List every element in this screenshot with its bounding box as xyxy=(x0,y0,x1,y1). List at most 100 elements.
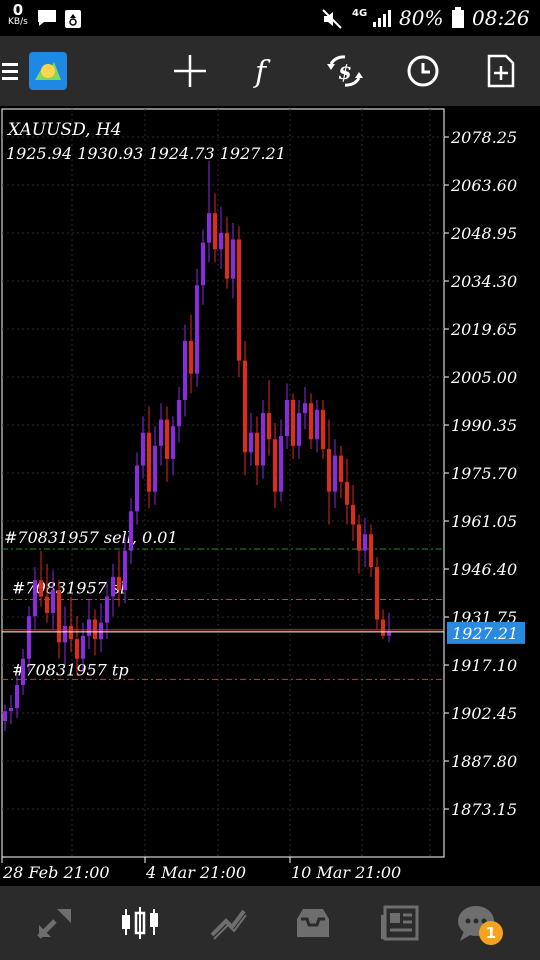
y-tick-label: 2048.95 xyxy=(450,224,517,243)
nav-history[interactable] xyxy=(273,886,353,960)
nav-trade[interactable] xyxy=(188,886,268,960)
y-tick-label: 1902.45 xyxy=(451,704,517,723)
new-order-button[interactable] xyxy=(476,36,526,106)
clock-icon xyxy=(407,55,439,87)
candle-body xyxy=(303,403,307,414)
x-tick-label: 28 Feb 21:00 xyxy=(2,863,110,882)
candle-body xyxy=(231,239,235,279)
candle-body xyxy=(315,409,319,440)
network-type: 4G xyxy=(352,8,368,19)
candle-body xyxy=(27,616,31,659)
candle-body xyxy=(63,626,67,643)
x-tick-label: 4 Mar 21:00 xyxy=(145,863,246,882)
function-icon: f xyxy=(253,55,271,88)
recycle-icon xyxy=(65,10,81,28)
timeframe-button[interactable] xyxy=(398,36,448,106)
candle-body xyxy=(327,449,331,492)
candle-body xyxy=(141,432,145,466)
candle-body xyxy=(135,465,139,512)
candle-body xyxy=(147,432,151,492)
candle-body xyxy=(291,399,295,446)
nav-chat[interactable]: 1 xyxy=(438,886,518,960)
candle-body xyxy=(279,435,283,492)
candle-body xyxy=(9,707,13,712)
signal-icon xyxy=(373,10,391,27)
network-speed: 0 KB/s xyxy=(8,3,28,27)
y-tick-label: 1887.80 xyxy=(451,752,517,771)
trade-icon: $ xyxy=(327,55,363,87)
candle-body xyxy=(369,534,373,568)
symbol-label: XAUUSD, H4 xyxy=(6,120,122,140)
candle-body xyxy=(339,455,343,482)
indicators-button[interactable]: f xyxy=(241,36,291,106)
candle-body xyxy=(159,419,163,446)
candle-body xyxy=(267,413,271,440)
candle-body xyxy=(87,619,91,636)
candle-body xyxy=(249,432,253,453)
y-tick-label: 1917.10 xyxy=(451,656,517,675)
candle-body xyxy=(357,524,361,551)
candle-body xyxy=(381,619,385,636)
history-icon xyxy=(297,909,329,937)
candle-body xyxy=(177,399,181,427)
news-icon xyxy=(381,905,419,941)
y-tick-label: 2019.65 xyxy=(450,320,517,339)
battery-percent: 80% xyxy=(399,6,444,30)
message-icon xyxy=(38,10,56,26)
candle-body xyxy=(51,589,55,613)
candle-body xyxy=(75,639,79,659)
menu-button[interactable] xyxy=(0,36,22,106)
status-bar: 0 KB/s 4G 80% 08:26 xyxy=(0,0,540,36)
candle-body xyxy=(321,409,325,450)
candle-body xyxy=(189,340,193,374)
candle-body xyxy=(219,232,223,250)
trade-button[interactable]: $ xyxy=(320,36,370,106)
toolbar: f $ xyxy=(0,36,540,106)
candle-body xyxy=(213,213,217,250)
chart-area[interactable]: #70831957 sell, 0.01 #70831957 sl #7083195… xyxy=(0,106,540,886)
y-tick-label: 2005.00 xyxy=(450,368,517,387)
candle-body xyxy=(183,340,187,400)
candle-body xyxy=(363,534,367,551)
crosshair-button[interactable] xyxy=(165,36,215,106)
nav-news[interactable] xyxy=(359,886,439,960)
metatrader-logo-button[interactable] xyxy=(28,36,68,106)
candle-body xyxy=(99,622,103,640)
current-price-label: 1927.21 xyxy=(452,624,518,643)
bottom-nav: 1 xyxy=(0,886,540,960)
trade-nav-icon xyxy=(210,909,247,940)
menu-icon xyxy=(2,63,18,80)
candle-body xyxy=(375,567,379,620)
candle-body xyxy=(333,455,337,492)
network-speed-unit: KB/s xyxy=(8,17,28,27)
candle-body xyxy=(3,711,7,722)
candle-body xyxy=(123,550,127,590)
chart-svg[interactable]: #70831957 sell, 0.01#70831957 sl#7083195… xyxy=(0,106,540,886)
candle-body xyxy=(165,419,169,459)
candle-body xyxy=(117,576,121,590)
y-tick-label: 1873.15 xyxy=(451,800,517,819)
chart-icon xyxy=(122,907,158,939)
candle-body xyxy=(297,413,301,446)
candle-body xyxy=(201,242,205,286)
candle-body xyxy=(15,684,19,708)
candle-body xyxy=(345,481,349,505)
svg-text:f: f xyxy=(253,55,271,88)
svg-text:$: $ xyxy=(338,60,352,84)
candle-body xyxy=(195,285,199,374)
candle-body xyxy=(45,596,49,613)
candle-body xyxy=(129,511,133,551)
candle-body xyxy=(261,413,265,466)
nav-quotes[interactable] xyxy=(15,886,95,960)
y-tick-label: 2034.30 xyxy=(450,272,517,291)
x-tick-label: 10 Mar 21:00 xyxy=(291,863,401,882)
candle-body xyxy=(171,426,175,459)
candle-body xyxy=(57,589,61,643)
candle-body xyxy=(69,626,73,640)
new-order-icon xyxy=(487,54,515,88)
candle-body xyxy=(351,504,355,525)
y-tick-label: 1946.40 xyxy=(451,560,517,579)
candle-body xyxy=(225,232,229,279)
candle-body xyxy=(111,576,115,597)
nav-chart[interactable] xyxy=(101,886,181,960)
